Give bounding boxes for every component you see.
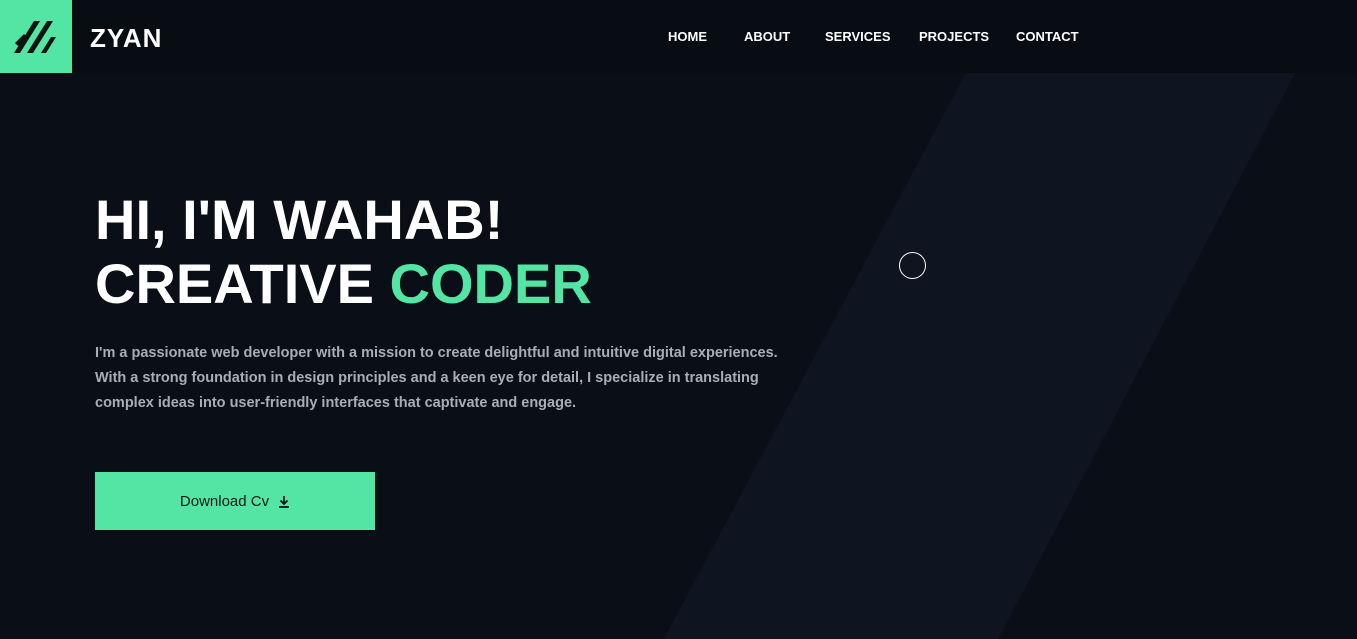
slashes-logo-icon (14, 21, 56, 53)
brand-name[interactable]: ZYAN (90, 23, 162, 53)
nav-about[interactable]: ABOUT (744, 29, 790, 45)
hero-role-accent: CODER (389, 252, 592, 315)
nav-home[interactable]: HOME (668, 29, 707, 45)
download-cv-button[interactable]: Download Cv (95, 472, 375, 530)
hero-heading: HI, I'M WAHAB! CREATIVE CODER (95, 188, 592, 316)
nav-services[interactable]: SERVICES (825, 29, 891, 45)
nav-contact[interactable]: CONTACT (1016, 29, 1079, 45)
hero-greeting: HI, I'M WAHAB! (95, 188, 504, 251)
hero-role-prefix: CREATIVE (95, 252, 390, 315)
download-cv-label: Download Cv (179, 492, 270, 510)
custom-cursor-ring (899, 252, 926, 279)
site-header: ZYAN HOME ABOUT SERVICES PROJECTS CONTAC… (0, 0, 1357, 73)
nav-projects[interactable]: PROJECTS (919, 29, 989, 45)
decorative-diagonal-shape (664, 73, 1295, 639)
hero-description: I'm a passionate web developer with a mi… (95, 345, 778, 411)
download-icon (279, 495, 290, 508)
logo[interactable] (0, 0, 72, 73)
